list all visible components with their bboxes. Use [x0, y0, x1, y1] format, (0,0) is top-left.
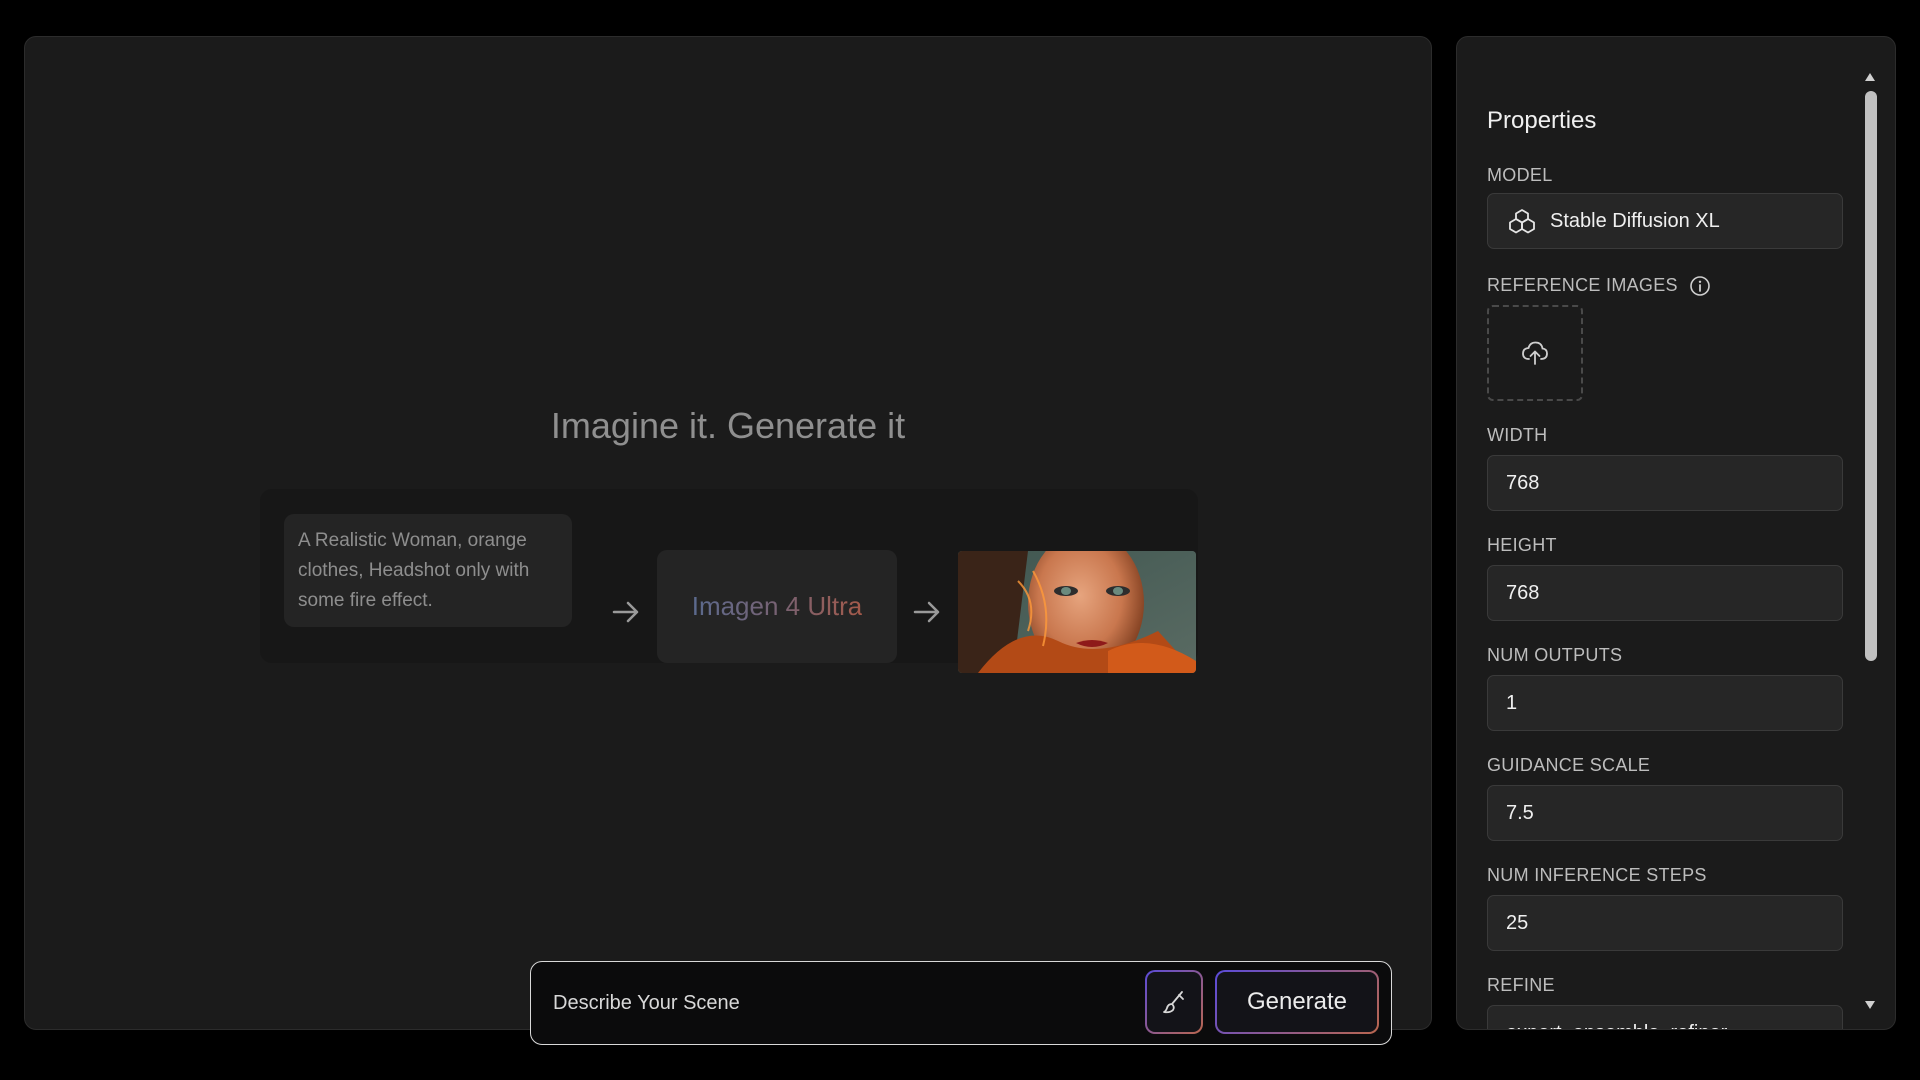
scroll-down-arrow-icon[interactable] — [1864, 999, 1876, 1011]
generate-button[interactable]: Generate — [1215, 970, 1379, 1034]
inference-steps-label: NUM INFERENCE STEPS — [1487, 865, 1707, 885]
cubes-icon — [1509, 209, 1535, 234]
example-output-image — [958, 551, 1196, 673]
width-label: WIDTH — [1487, 425, 1548, 445]
cloud-upload-icon — [1522, 341, 1548, 365]
reference-images-label: REFERENCE IMAGES — [1487, 275, 1711, 297]
brush-icon — [1163, 991, 1184, 1014]
arrow-right-icon — [913, 601, 940, 623]
prompt-bar: Generate — [530, 961, 1392, 1045]
refine-select-value: expert_ensemble_refiner — [1506, 1022, 1727, 1030]
model-select[interactable]: Stable Diffusion XL — [1487, 193, 1843, 249]
portrait-image — [958, 551, 1196, 673]
width-input[interactable]: 768 — [1487, 455, 1843, 511]
height-label: HEIGHT — [1487, 535, 1557, 555]
scroll-thumb[interactable] — [1865, 91, 1877, 661]
chevron-down-icon — [1808, 1025, 1824, 1030]
arrow-right-icon — [612, 601, 639, 623]
scene-prompt-input[interactable] — [553, 982, 1133, 1024]
properties-title: Properties — [1487, 107, 1597, 134]
canvas-panel: Imagine it. Generate it A Realistic Woma… — [24, 36, 1432, 1045]
info-icon[interactable] — [1689, 275, 1711, 297]
refine-label: REFINE — [1487, 975, 1555, 995]
brush-button[interactable] — [1145, 970, 1203, 1034]
guidance-scale-input[interactable]: 7.5 — [1487, 785, 1843, 841]
guidance-scale-label: GUIDANCE SCALE — [1487, 755, 1651, 775]
example-model-name: Imagen 4 Ultra — [691, 591, 863, 621]
refine-select[interactable]: expert_ensemble_refiner — [1487, 1005, 1843, 1030]
model-label: MODEL — [1487, 165, 1553, 185]
height-input[interactable]: 768 — [1487, 565, 1843, 621]
num-outputs-label: NUM OUTPUTS — [1487, 645, 1623, 665]
example-prompt: A Realistic Woman, orange clothes, Heads… — [284, 514, 572, 627]
properties-panel: Properties MODEL Stable Diffusion XL REF… — [1456, 36, 1896, 1030]
reference-image-upload[interactable] — [1487, 305, 1583, 401]
model-select-value: Stable Diffusion XL — [1550, 209, 1720, 232]
generate-button-label: Generate — [1217, 972, 1377, 1032]
properties-scrollbar[interactable] — [1859, 67, 1881, 1029]
inference-steps-input[interactable]: 25 — [1487, 895, 1843, 951]
scroll-up-arrow-icon[interactable] — [1864, 71, 1876, 83]
hero-title: Imagine it. Generate it — [550, 405, 906, 446]
example-model-box: Imagen 4 Ultra — [657, 550, 897, 663]
num-outputs-input[interactable]: 1 — [1487, 675, 1843, 731]
